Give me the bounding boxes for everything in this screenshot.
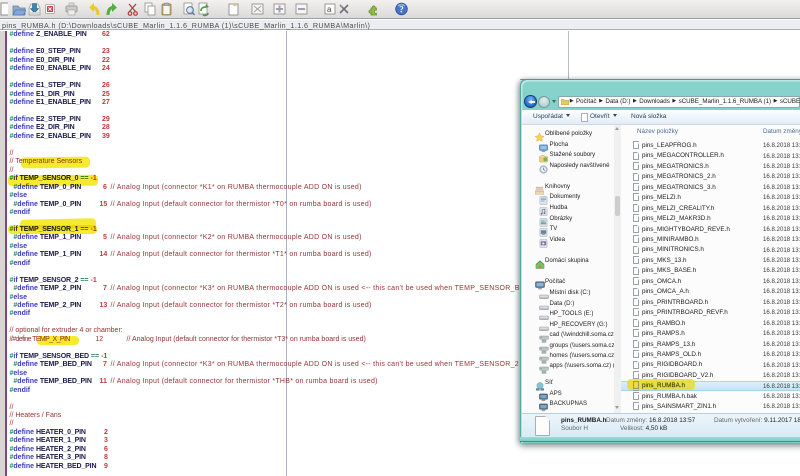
svg-text:a: a [327,5,332,14]
svg-text:?: ? [399,5,404,15]
